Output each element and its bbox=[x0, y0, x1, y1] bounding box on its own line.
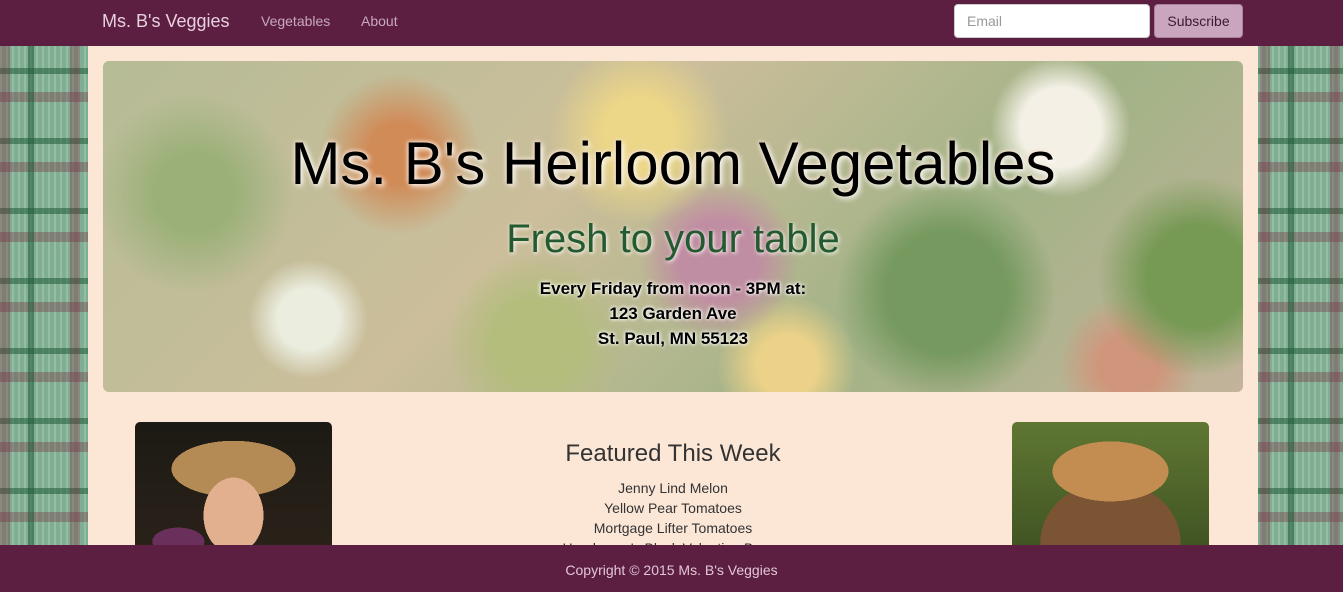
nav-link-vegetables[interactable]: Vegetables bbox=[261, 13, 330, 29]
footer: Copyright © 2015 Ms. B's Veggies bbox=[0, 545, 1343, 592]
address-street: 123 Garden Ave bbox=[609, 304, 737, 323]
featured-item: Jenny Lind Melon bbox=[618, 480, 728, 496]
hero-subtitle: Fresh to your table bbox=[506, 217, 840, 261]
copyright-text: Copyright © 2015 Ms. B's Veggies bbox=[565, 562, 778, 578]
featured-heading: Featured This Week bbox=[565, 440, 781, 467]
market-schedule: Every Friday from noon - 3PM at: bbox=[539, 279, 807, 298]
subscribe-button[interactable]: Subscribe bbox=[1154, 4, 1243, 38]
hero-title: Ms. B's Heirloom Vegetables bbox=[290, 130, 1056, 197]
featured-item: Mortgage Lifter Tomatoes bbox=[593, 520, 753, 536]
navbar-brand[interactable]: Ms. B's Veggies bbox=[102, 11, 230, 32]
email-input[interactable] bbox=[954, 4, 1150, 38]
main-content: Ms. B's Heirloom Vegetables Fresh to you… bbox=[88, 46, 1258, 556]
featured-item: Yellow Pear Tomatoes bbox=[604, 500, 742, 516]
nav-link-about[interactable]: About bbox=[361, 13, 398, 29]
hero-banner: Ms. B's Heirloom Vegetables Fresh to you… bbox=[103, 61, 1243, 392]
address-city: St. Paul, MN 55123 bbox=[597, 329, 749, 348]
top-navbar: Ms. B's Veggies Vegetables About Subscri… bbox=[0, 0, 1343, 46]
